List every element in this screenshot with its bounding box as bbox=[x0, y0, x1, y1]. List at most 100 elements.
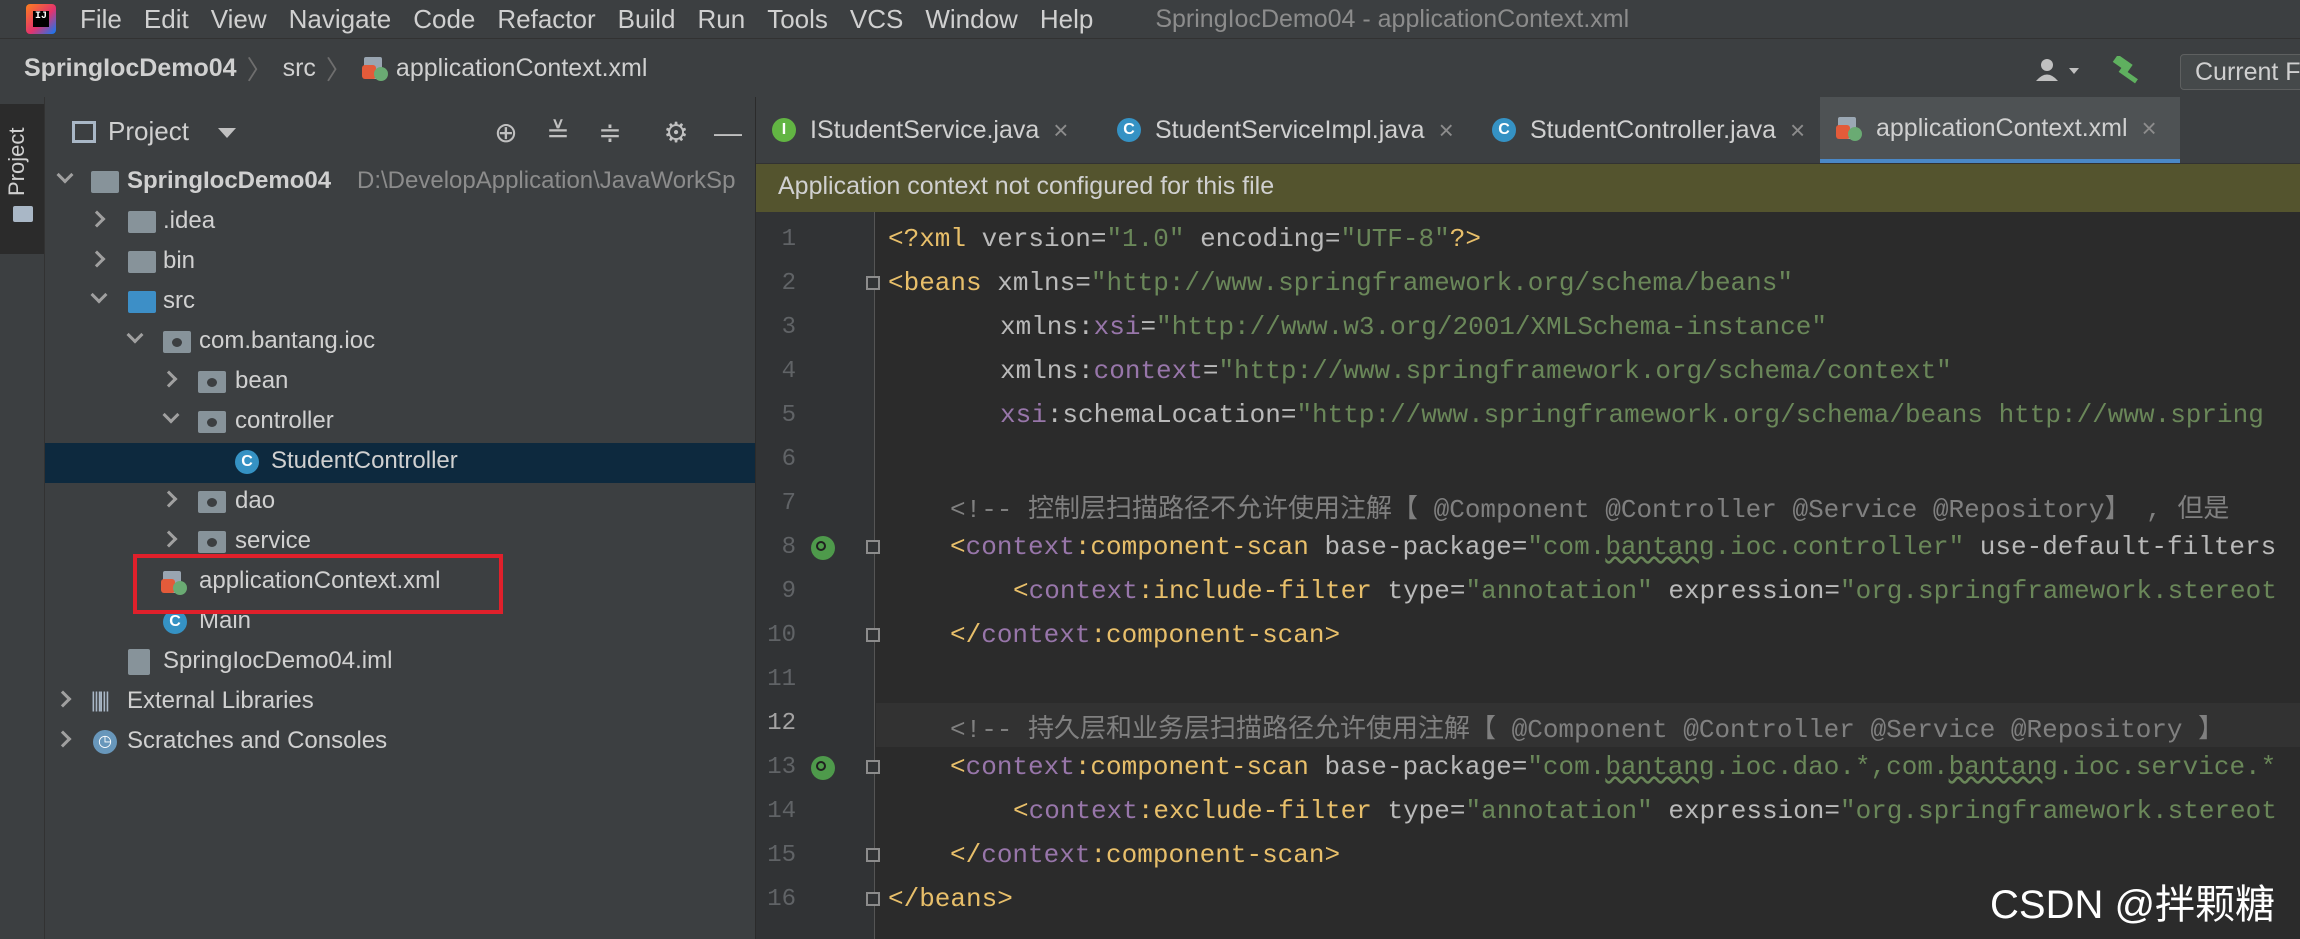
java-class-icon: C bbox=[1117, 118, 1141, 142]
line-number: 2 bbox=[781, 270, 796, 297]
tab-istudentservice[interactable]: I IStudentService.java × bbox=[756, 97, 1086, 163]
project-tool-tab-label: Project bbox=[4, 127, 29, 196]
code-line-12[interactable]: <!-- 持久层和业务层扫描路径允许使用注解【 @Component @Cont… bbox=[950, 708, 2224, 745]
package-icon bbox=[198, 371, 226, 393]
module-folder-icon bbox=[91, 171, 119, 193]
line-number: 12 bbox=[767, 710, 796, 737]
fold-marker-icon[interactable] bbox=[866, 760, 880, 774]
close-icon[interactable]: × bbox=[1790, 115, 1805, 146]
code-line-10[interactable]: </context:component-scan> bbox=[950, 620, 1340, 650]
java-class-icon: C bbox=[1492, 118, 1516, 142]
expand-all-icon[interactable]: ≚ bbox=[542, 117, 574, 149]
breadcrumb: SpringIocDemo04 〉 src 〉 applicationConte… bbox=[0, 38, 2300, 98]
editor-tab-bar: I IStudentService.java × C StudentServic… bbox=[756, 97, 2300, 164]
menu-vcs[interactable]: VCS bbox=[850, 4, 903, 35]
gear-icon[interactable]: ⚙ bbox=[660, 117, 692, 149]
banner-message: Application context not configured for t… bbox=[778, 172, 1275, 200]
code-line-3[interactable]: xmlns:xsi="http://www.w3.org/2001/XMLSch… bbox=[1000, 312, 1827, 342]
fold-marker-icon[interactable] bbox=[866, 540, 880, 554]
tree-item-iml[interactable]: SpringIocDemo04.iml bbox=[45, 643, 755, 683]
line-number: 7 bbox=[781, 490, 796, 517]
tree-item-bean[interactable]: bean bbox=[45, 363, 755, 403]
code-line-2[interactable]: <beans xmlns="http://www.springframework… bbox=[888, 268, 1793, 298]
tree-item-src[interactable]: src bbox=[45, 283, 755, 323]
menu-build[interactable]: Build bbox=[618, 4, 676, 35]
fold-marker-icon[interactable] bbox=[866, 276, 880, 290]
package-icon bbox=[198, 491, 226, 513]
code-line-8[interactable]: <context:component-scan base-package="co… bbox=[950, 532, 2276, 562]
window-title: SpringIocDemo04 - applicationContext.xml bbox=[1155, 4, 1630, 33]
menu-refactor[interactable]: Refactor bbox=[497, 4, 595, 35]
folder-icon bbox=[128, 211, 156, 233]
spring-xml-file-icon bbox=[1836, 115, 1862, 141]
tab-applicationcontext[interactable]: applicationContext.xml × bbox=[1820, 97, 2180, 163]
fold-marker-icon[interactable] bbox=[866, 892, 880, 906]
breadcrumb-file[interactable]: applicationContext.xml bbox=[396, 54, 648, 83]
tree-item-package-ioc[interactable]: com.bantang.ioc bbox=[45, 323, 755, 363]
spring-bean-gutter-icon[interactable] bbox=[811, 536, 835, 560]
menu-help[interactable]: Help bbox=[1040, 4, 1093, 35]
line-number: 3 bbox=[781, 314, 796, 341]
menu-code[interactable]: Code bbox=[413, 4, 475, 35]
csdn-watermark: CSDN @拌颗糖 bbox=[1990, 883, 2276, 927]
tree-item-idea[interactable]: .idea bbox=[45, 203, 755, 243]
collapse-all-icon[interactable]: ≑ bbox=[594, 117, 626, 149]
breadcrumb-project[interactable]: SpringIocDemo04 bbox=[24, 54, 237, 83]
tree-item-project-root[interactable]: SpringIocDemo04 D:\DevelopApplication\Jav… bbox=[45, 163, 755, 203]
line-number: 16 bbox=[767, 886, 796, 913]
menu-edit[interactable]: Edit bbox=[144, 4, 189, 35]
code-line-13[interactable]: <context:component-scan base-package="co… bbox=[950, 752, 2276, 782]
tree-item-controller[interactable]: controller bbox=[45, 403, 755, 443]
run-configuration-selector[interactable]: Current F bbox=[2180, 54, 2300, 90]
intellij-logo-icon[interactable]: IJ bbox=[26, 4, 56, 34]
menu-file[interactable]: File bbox=[80, 4, 122, 35]
line-number: 4 bbox=[781, 358, 796, 385]
chevron-right-icon: 〉 bbox=[246, 54, 273, 85]
build-hammer-icon[interactable] bbox=[2110, 56, 2146, 86]
panel-title[interactable]: Project bbox=[108, 116, 189, 147]
code-line-1[interactable]: <?xml version="1.0" encoding="UTF-8"?> bbox=[888, 224, 1481, 254]
spring-bean-gutter-icon[interactable] bbox=[811, 756, 835, 780]
package-icon bbox=[198, 411, 226, 433]
tree-item-dao[interactable]: dao bbox=[45, 483, 755, 523]
tree-item-student-controller[interactable]: C StudentController bbox=[45, 443, 755, 483]
menu-navigate[interactable]: Navigate bbox=[289, 4, 392, 35]
fold-marker-icon[interactable] bbox=[866, 628, 880, 642]
close-icon[interactable]: × bbox=[1439, 115, 1454, 146]
line-number: 11 bbox=[767, 666, 796, 693]
chevron-down-icon[interactable] bbox=[218, 128, 236, 138]
code-line-9[interactable]: <context:include-filter type="annotation… bbox=[1013, 576, 2277, 606]
folder-icon bbox=[128, 251, 156, 273]
close-icon[interactable]: × bbox=[2142, 113, 2157, 144]
code-line-5[interactable]: xsi:schemaLocation="http://www.springfra… bbox=[1000, 400, 2264, 430]
menu-bar: IJ File Edit View Navigate Code Refactor… bbox=[0, 0, 2300, 38]
tab-studentcontroller[interactable]: C StudentController.java × bbox=[1476, 97, 1821, 163]
code-line-14[interactable]: <context:exclude-filter type="annotation… bbox=[1013, 796, 2277, 826]
folder-icon bbox=[13, 206, 33, 222]
package-icon bbox=[198, 531, 226, 553]
tree-item-bin[interactable]: bin bbox=[45, 243, 755, 283]
menu-tools[interactable]: Tools bbox=[767, 4, 828, 35]
close-icon[interactable]: × bbox=[1053, 115, 1068, 146]
menu-view[interactable]: View bbox=[211, 4, 267, 35]
tree-item-scratches[interactable]: ◷ Scratches and Consoles bbox=[45, 723, 755, 763]
package-icon bbox=[163, 331, 191, 353]
menu-window[interactable]: Window bbox=[925, 4, 1017, 35]
code-line-4[interactable]: xmlns:context="http://www.springframewor… bbox=[1000, 356, 1952, 386]
code-line-16[interactable]: </beans> bbox=[888, 884, 1013, 914]
code-line-15[interactable]: </context:component-scan> bbox=[950, 840, 1340, 870]
user-account-icon[interactable] bbox=[2035, 58, 2085, 82]
tab-studentserviceimpl[interactable]: C StudentServiceImpl.java × bbox=[1101, 97, 1466, 163]
tree-item-external-libraries[interactable]: ⫴⫴ External Libraries bbox=[45, 683, 755, 723]
menu-run[interactable]: Run bbox=[697, 4, 745, 35]
hide-panel-icon[interactable]: — bbox=[712, 117, 744, 149]
source-folder-icon bbox=[128, 291, 156, 313]
line-number: 9 bbox=[781, 578, 796, 605]
locate-crosshair-icon[interactable]: ⊕ bbox=[490, 117, 522, 149]
code-line-7[interactable]: <!-- 控制层扫描路径不允许使用注解【 @Component @Control… bbox=[950, 488, 2229, 525]
fold-marker-icon[interactable] bbox=[866, 848, 880, 862]
java-interface-icon: I bbox=[772, 118, 796, 142]
breadcrumb-folder[interactable]: src bbox=[283, 54, 316, 83]
line-number: 6 bbox=[781, 446, 796, 473]
line-number: 14 bbox=[767, 798, 796, 825]
